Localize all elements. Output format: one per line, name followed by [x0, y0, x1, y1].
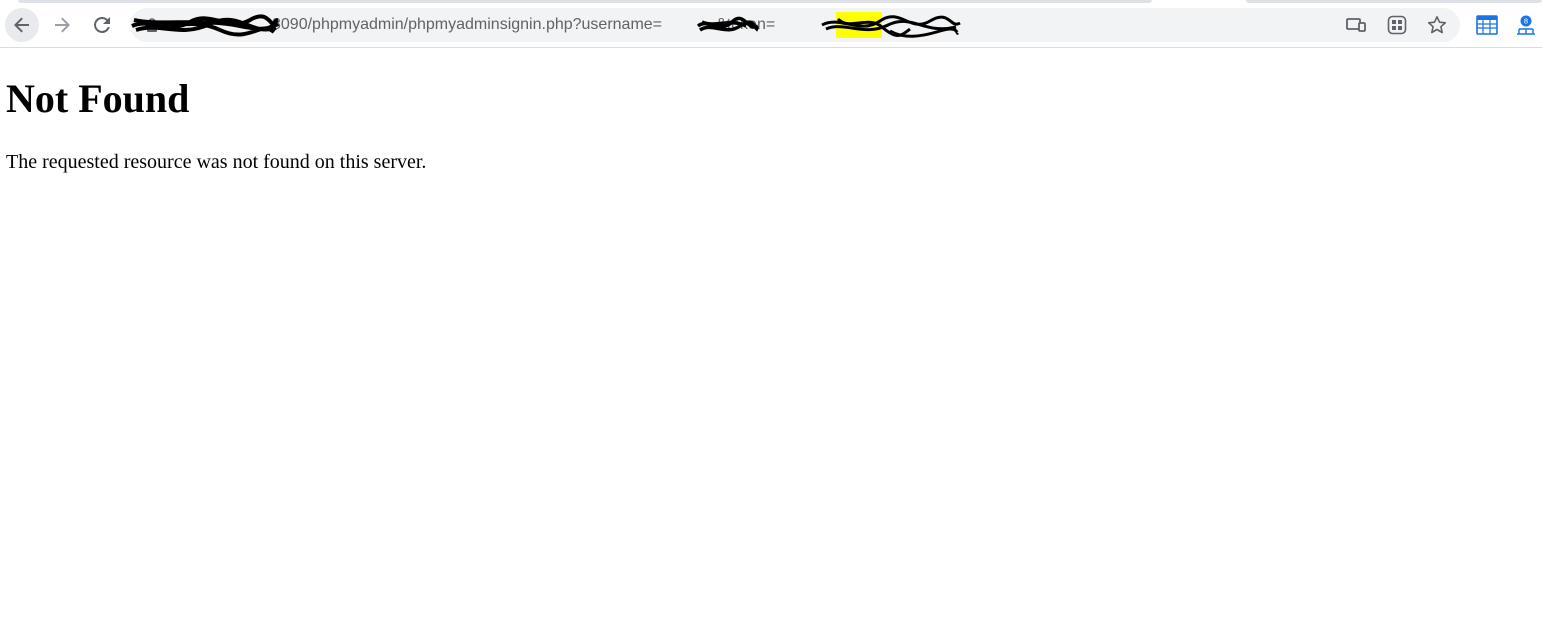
page-content: Not Found The requested resource was not…: [0, 76, 1542, 174]
url-token-label: &token=: [716, 16, 776, 33]
bookmark-button[interactable]: [1427, 15, 1447, 35]
cast-devices-icon: [1346, 18, 1366, 32]
back-button[interactable]: [5, 8, 39, 42]
error-message: The requested resource was not found on …: [6, 151, 427, 173]
url-text[interactable]: 8090/phpmyadmin/phpmyadminsignin.php?use…: [272, 8, 775, 42]
address-bar[interactable]: 8090/phpmyadmin/phpmyadminsignin.php?use…: [130, 8, 1460, 42]
token-highlight: [836, 12, 882, 38]
back-arrow-icon: [14, 17, 29, 33]
page-heading: Not Found: [6, 76, 190, 121]
qr-grid-icon: [1387, 15, 1407, 35]
bookmark-star-icon: [1427, 16, 1447, 34]
svg-text:8: 8: [1524, 18, 1528, 26]
cast-devices-button[interactable]: [1346, 15, 1366, 35]
lock-icon[interactable]: [146, 18, 158, 32]
calendar-extension-icon[interactable]: [1476, 14, 1498, 36]
browser-toolbar: 8090/phpmyadmin/phpmyadminsignin.php?use…: [0, 0, 1542, 48]
reload-icon: [94, 16, 110, 33]
tab-strip-edge-right: [1246, 0, 1542, 3]
qr-code-button[interactable]: [1387, 15, 1407, 35]
forward-button[interactable]: [45, 8, 79, 42]
token-redaction-scribble: [821, 15, 961, 38]
forward-arrow-icon: [55, 17, 70, 33]
reload-button[interactable]: [85, 8, 119, 42]
url-path: 8090/phpmyadmin/phpmyadminsignin.php?use…: [272, 16, 663, 33]
tab-strip-edge-left: [18, 0, 1152, 3]
profile-extension-icon[interactable]: 8: [1515, 14, 1537, 36]
